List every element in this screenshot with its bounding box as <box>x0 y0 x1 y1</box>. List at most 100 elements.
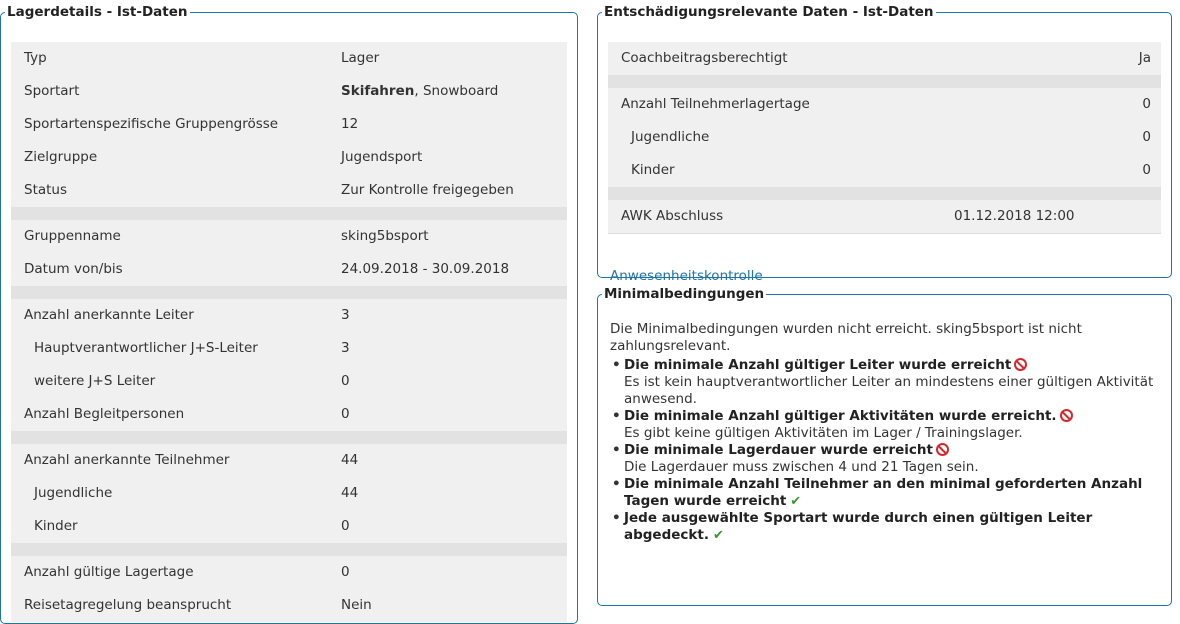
table-row: Anzahl anerkannte Teilnehmer 44 <box>11 444 567 477</box>
table-row: Kinder 0 <box>11 510 567 543</box>
row-label: Jugendliche <box>34 485 113 501</box>
forbidden-icon <box>1014 358 1028 371</box>
table-row: Reisetagregelung beansprucht Nein <box>11 589 567 622</box>
lagerdetails-panel: Lagerdetails - Ist-Daten Typ Lager Sporta… <box>0 4 578 624</box>
entschaedigung-legend: Entschädigungsrelevante Daten - Ist-Date… <box>604 4 934 20</box>
row-divider <box>11 431 567 444</box>
lagerdetails-table: Typ Lager Sportart Skifahren, Snowboard Sp… <box>11 42 567 622</box>
minimalbedingungen-content: Die Minimalbedingungen wurden nicht erre… <box>610 321 1160 544</box>
anwesenheitskontrolle-link[interactable]: Anwesenheitskontrolle <box>610 268 763 284</box>
bullet: • <box>612 476 621 492</box>
row-divider <box>608 187 1161 200</box>
row-value: 01.12.2018 12:00 <box>954 208 1075 224</box>
row-label: Jugendliche <box>631 129 710 145</box>
row-label: Anzahl Teilnehmerlagertage <box>621 96 810 112</box>
row-label: Kinder <box>631 162 675 178</box>
row-value: 24.09.2018 - 30.09.2018 <box>341 261 510 277</box>
table-row: Anzahl Teilnehmerlagertage 0 <box>608 88 1161 121</box>
lagerdetails-legend: Lagerdetails - Ist-Daten <box>7 4 188 20</box>
row-label: Gruppenname <box>24 228 121 244</box>
row-label: Anzahl anerkannte Leiter <box>24 307 194 323</box>
bullet: • <box>612 442 621 458</box>
condition-list: • Die minimale Anzahl gültiger Leiter wu… <box>610 357 1160 544</box>
checkmark-icon: ✔ <box>712 528 724 543</box>
table-row: Sportartenspezifische Gruppengrösse 12 <box>11 108 567 141</box>
row-value: 0 <box>341 518 350 534</box>
table-row: Zielgruppe Jugendsport <box>11 141 567 174</box>
row-value: Lager <box>341 50 380 66</box>
table-row: Anzahl anerkannte Leiter 3 <box>11 299 567 332</box>
table-row: Gruppenname sking5bsport <box>11 220 567 253</box>
table-row: Anzahl Begleitpersonen 0 <box>11 398 567 431</box>
row-label: Datum von/bis <box>24 261 123 277</box>
row-divider <box>608 75 1161 88</box>
table-row: Status Zur Kontrolle freigegeben <box>11 174 567 207</box>
table-row: Typ Lager <box>11 42 567 75</box>
row-label: Reisetagregelung beansprucht <box>24 597 232 613</box>
entschaedigung-table: Coachbeitragsberechtigt Ja Anzahl Teilneh… <box>608 42 1161 234</box>
row-label: weitere J+S Leiter <box>34 373 156 389</box>
row-value: 3 <box>341 307 350 323</box>
row-value: Nein <box>341 597 372 613</box>
bullet: • <box>612 510 621 526</box>
condition-title: Die minimale Anzahl Teilnehmer an den mi… <box>624 476 1143 509</box>
table-row: weitere J+S Leiter 0 <box>11 365 567 398</box>
table-row: Anzahl gültige Lagertage 0 <box>11 556 567 589</box>
list-item: • Die minimale Lagerdauer wurde erreicht… <box>612 442 1160 476</box>
list-item: • Jede ausgewählte Sportart wurde durch … <box>612 510 1160 544</box>
table-row: Hauptverantwortlicher J+S-Leiter 3 <box>11 332 567 365</box>
row-value: 0 <box>341 406 350 422</box>
condition-title: Jede ausgewählte Sportart wurde durch ei… <box>624 510 1093 543</box>
entschaedigung-panel: Entschädigungsrelevante Daten - Ist-Date… <box>597 4 1172 284</box>
condition-title: Die minimale Lagerdauer wurde erreicht <box>624 442 933 458</box>
row-label: Sportartenspezifische Gruppengrösse <box>24 116 279 132</box>
row-value: 44 <box>341 485 359 501</box>
primary-sport: Skifahren <box>341 83 415 99</box>
table-row: Datum von/bis 24.09.2018 - 30.09.2018 <box>11 253 567 286</box>
list-item: • Die minimale Anzahl Teilnehmer an den … <box>612 476 1160 510</box>
condition-title: Die minimale Anzahl gültiger Aktivitäten… <box>624 408 1057 424</box>
row-label: Coachbeitragsberechtigt <box>621 50 788 66</box>
row-value: Skifahren, Snowboard <box>341 75 498 108</box>
row-label: Hauptverantwortlicher J+S-Leiter <box>34 340 258 356</box>
row-label: Status <box>24 182 68 198</box>
condition-description: Es ist kein hauptverantwortlicher Leiter… <box>624 374 1154 407</box>
row-value: 0 <box>1142 162 1151 178</box>
row-value: 12 <box>341 116 359 132</box>
row-value: 3 <box>341 340 350 356</box>
row-label: Sportart <box>24 83 80 99</box>
row-value: 0 <box>341 373 350 389</box>
row-divider <box>11 543 567 556</box>
table-row: Coachbeitragsberechtigt Ja <box>608 42 1161 75</box>
minimalbedingungen-intro: Die Minimalbedingungen wurden nicht erre… <box>610 321 1082 354</box>
row-label: AWK Abschluss <box>621 208 724 224</box>
table-row: Jugendliche 44 <box>11 477 567 510</box>
bullet: • <box>612 357 621 373</box>
row-value: sking5bsport <box>341 228 429 244</box>
bullet: • <box>612 408 621 424</box>
row-label: Anzahl anerkannte Teilnehmer <box>24 452 230 468</box>
table-row: Kinder 0 <box>608 154 1161 187</box>
row-value: Zur Kontrolle freigegeben <box>341 182 514 198</box>
row-value: Ja <box>1138 50 1151 66</box>
row-label: Anzahl gültige Lagertage <box>24 564 194 580</box>
row-label: Kinder <box>34 518 78 534</box>
table-row: Sportart Skifahren, Snowboard <box>11 75 567 108</box>
forbidden-icon <box>935 443 949 456</box>
row-label: Anzahl Begleitpersonen <box>24 406 185 422</box>
table-row: AWK Abschluss 01.12.2018 12:00 <box>608 200 1161 233</box>
row-divider <box>11 286 567 299</box>
row-label: Typ <box>24 50 47 66</box>
secondary-sport: , Snowboard <box>414 83 499 99</box>
forbidden-icon <box>1059 409 1073 422</box>
row-value: 0 <box>1142 96 1151 112</box>
table-row: Jugendliche 0 <box>608 121 1161 154</box>
row-value: 0 <box>341 564 350 580</box>
row-value: 0 <box>1142 129 1151 145</box>
minimalbedingungen-legend: Minimalbedingungen <box>604 286 765 302</box>
row-label: Zielgruppe <box>24 149 98 165</box>
condition-description: Die Lagerdauer muss zwischen 4 und 21 Ta… <box>624 459 979 475</box>
row-value: 44 <box>341 452 359 468</box>
minimalbedingungen-panel: Minimalbedingungen Die Minimalbedingunge… <box>597 286 1172 606</box>
list-item: • Die minimale Anzahl gültiger Aktivität… <box>612 408 1160 442</box>
